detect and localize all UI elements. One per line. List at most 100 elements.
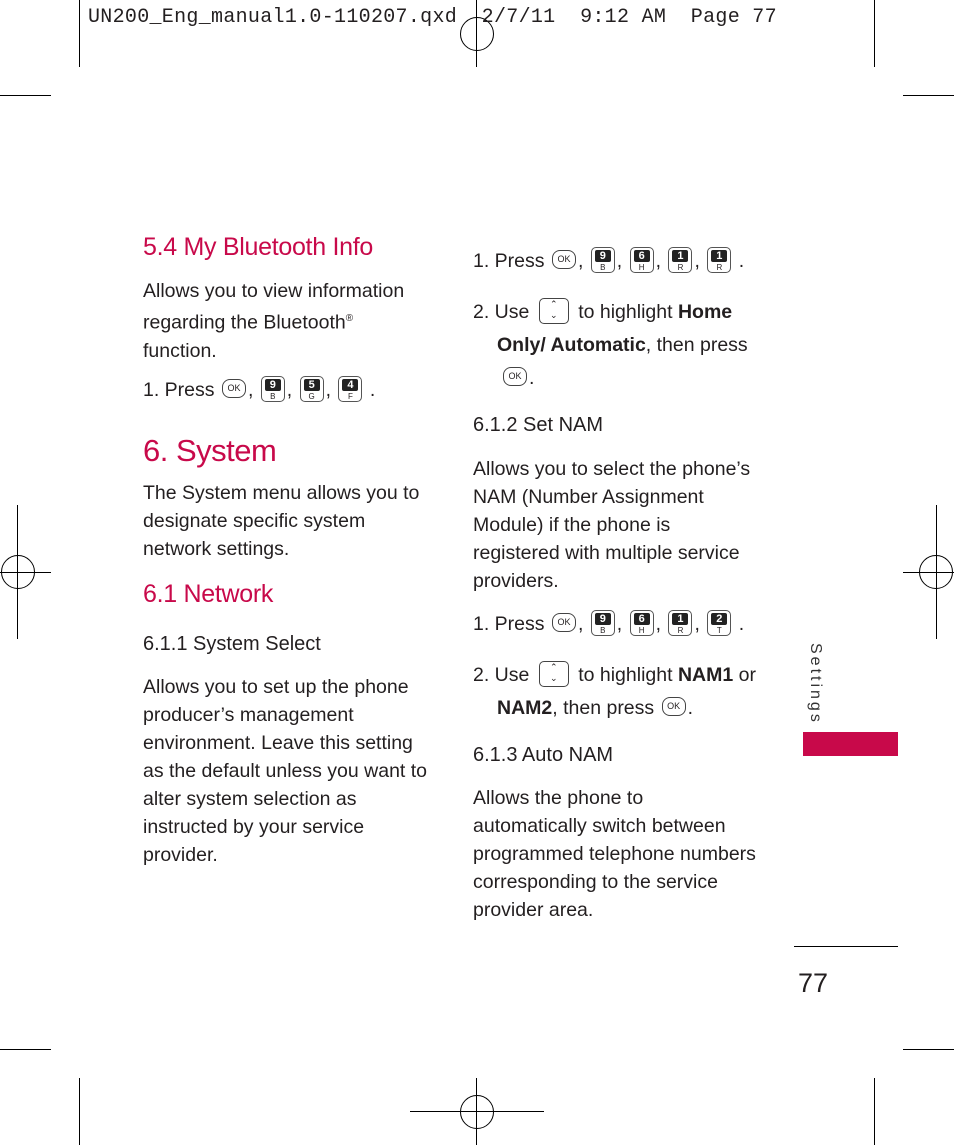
ok-key-icon: OK: [503, 367, 527, 387]
text-line: The System menu allows you to: [143, 482, 420, 504]
key-1-icon: 1R: [668, 609, 693, 636]
key-letter: F: [348, 391, 353, 401]
option-nam2: NAM2: [497, 697, 553, 719]
key-1-icon: 1R: [707, 246, 732, 273]
key-5-icon: 5G: [299, 375, 324, 402]
text-line: corresponding to the service: [473, 871, 718, 893]
text-line: designate specific system: [143, 510, 366, 532]
navigation-key-icon: ⌃ ⌄: [538, 660, 569, 687]
step-6-1-1-1: 1. Press OK, 9B, 6H, 1R, 1R .: [473, 246, 744, 275]
registration-mark: [460, 1095, 494, 1129]
subsection-title-6-1-2: 6.1.2 Set NAM: [473, 414, 604, 436]
key-9-icon: 9B: [590, 609, 615, 636]
section-body-5-4: Allows you to view information regarding…: [143, 277, 404, 365]
key-2-icon: 2T: [707, 609, 732, 636]
crop-mark: [874, 0, 875, 67]
key-letter: B: [270, 391, 276, 401]
key-digit: 4: [342, 378, 359, 391]
text-line: network settings.: [143, 538, 290, 560]
key-digit: 2: [711, 612, 728, 625]
section-tab-marker: [803, 732, 898, 756]
text-span: 2. Use: [473, 301, 530, 323]
text-line: alter system selection as: [143, 788, 357, 810]
registered-mark: ®: [345, 313, 354, 324]
section-title-5-4: 5.4 My Bluetooth Info: [143, 233, 373, 261]
crop-mark: [0, 1049, 51, 1050]
key-letter: R: [677, 262, 684, 272]
registration-mark: [919, 555, 953, 589]
navigation-key-icon: ⌃ ⌄: [538, 297, 569, 324]
key-sequence: OK, 9B, 6H, 1R, 2T .: [550, 609, 744, 636]
text-line: as the default unless you want to: [143, 760, 428, 782]
key-1-icon: 1R: [668, 246, 693, 273]
text-span: , then press: [552, 697, 655, 719]
text-line: regarding the Bluetooth®: [143, 305, 404, 337]
page-number: 77: [798, 968, 829, 998]
text-span: to highlight: [578, 664, 673, 686]
text-line: environment. Leave this setting: [143, 732, 413, 754]
crop-mark: [79, 1078, 80, 1145]
key-digit: 1: [672, 249, 689, 262]
text-line: NAM (Number Assignment: [473, 486, 704, 508]
key-letter: B: [600, 262, 606, 272]
section-tab-label: Settings: [807, 643, 824, 725]
key-letter: G: [308, 391, 315, 401]
key-digit: 5: [303, 378, 320, 391]
step-label: 1. Press: [473, 250, 545, 272]
key-digit: 9: [264, 378, 281, 391]
step-6-1-1-2: 2. Use ⌃ ⌄ to highlight Home Only/ Automa…: [473, 297, 748, 389]
crop-mark: [79, 0, 80, 67]
step-label: 1. Press: [473, 613, 545, 635]
text-line: instructed by your service: [143, 816, 365, 838]
key-digit: 6: [633, 249, 650, 262]
key-letter: H: [638, 262, 645, 272]
text-line: function.: [143, 339, 217, 362]
key-9-icon: 9B: [260, 375, 285, 402]
file-header: UN200_Eng_manual1.0-110207.qxd 2/7/11 9:…: [88, 6, 777, 29]
registration-mark: [1, 555, 35, 589]
text-span: , then press: [645, 334, 748, 356]
key-letter: T: [716, 625, 722, 635]
subsection-body-6-1-1: Allows you to set up the phone producer’s…: [143, 673, 427, 869]
section-title-6-1: 6.1 Network: [143, 580, 274, 608]
text-span: or: [738, 664, 756, 686]
text-line: producer’s management: [143, 704, 354, 726]
key-digit: 9: [594, 249, 611, 262]
key-6-icon: 6H: [629, 609, 654, 636]
chapter-title: 6. System: [143, 433, 277, 468]
key-digit: 1: [672, 612, 689, 625]
ok-key-icon: OK: [661, 697, 686, 717]
key-digit: 9: [594, 612, 611, 625]
key-sequence: OK, 9B, 6H, 1R, 1R .: [550, 246, 744, 273]
key-4-icon: 4F: [338, 375, 363, 402]
text-line: providers.: [473, 570, 559, 592]
page-number-rule: [794, 946, 898, 947]
text-span: 2. Use: [473, 664, 530, 686]
key-sequence: OK, 9B, 5G, 4F .: [220, 375, 375, 402]
text-line: Allows you to set up the phone: [143, 676, 409, 698]
option-nam1: NAM1: [677, 664, 734, 686]
subsection-body-6-1-2: Allows you to select the phone’s NAM (Num…: [473, 455, 750, 595]
subsection-title-6-1-3: 6.1.3 Auto NAM: [473, 744, 614, 766]
option-home: Home: [677, 301, 733, 323]
text-line: Allows you to view information: [143, 280, 405, 302]
crop-mark: [0, 95, 51, 96]
step-6-1-2-2: 2. Use ⌃ ⌄ to highlight NAM1 or NAM2, the…: [473, 660, 756, 719]
key-6-icon: 6H: [629, 246, 654, 273]
subsection-title-6-1-1: 6.1.1 System Select: [143, 633, 321, 655]
text-span: to highlight: [578, 301, 673, 323]
crop-mark: [903, 95, 954, 96]
ok-key-icon: OK: [221, 379, 246, 399]
step-6-1-2-1: 1. Press OK, 9B, 6H, 1R, 2T .: [473, 609, 744, 638]
text-line: Module) if the phone is: [473, 514, 671, 536]
text-line: provider.: [143, 844, 218, 866]
text-span: regarding the Bluetooth: [143, 311, 346, 334]
text-line: automatically switch between: [473, 815, 726, 837]
key-letter: B: [600, 625, 606, 635]
text-line: programmed telephone numbers: [473, 843, 756, 865]
text-line: Allows you to select the phone’s: [473, 458, 751, 480]
crop-mark: [903, 1049, 954, 1050]
step-label: 1. Press: [143, 379, 215, 401]
option-only-automatic: Only/ Automatic: [497, 334, 646, 356]
crop-mark: [874, 1078, 875, 1145]
